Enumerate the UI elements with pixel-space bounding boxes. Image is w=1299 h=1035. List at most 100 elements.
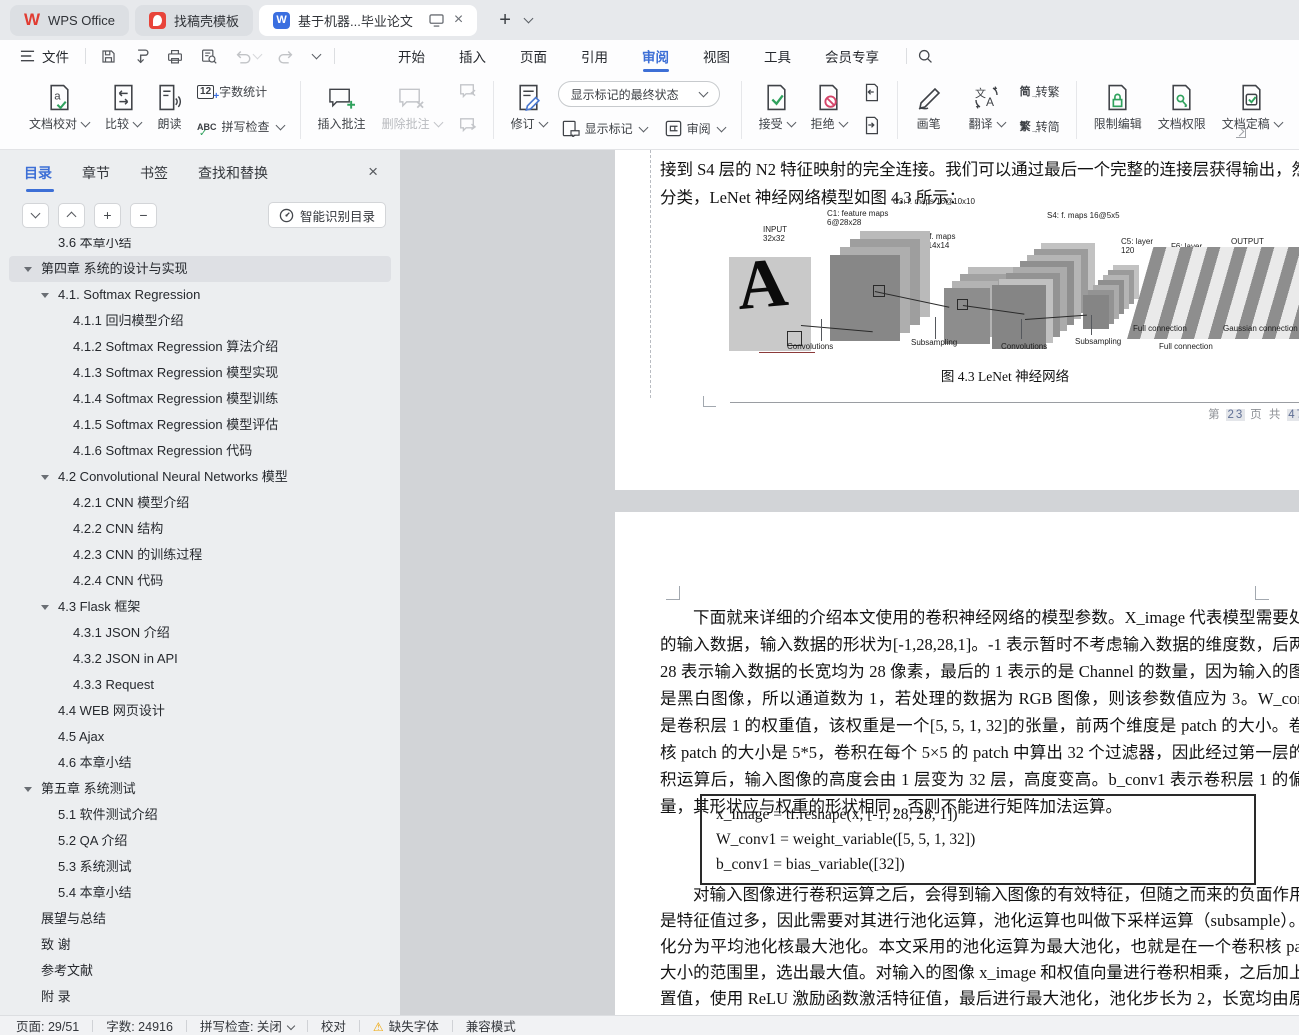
zoom-out-toc-button[interactable]: −: [130, 202, 157, 228]
next-comment-button[interactable]: [453, 115, 481, 137]
toc-item[interactable]: 4.1.3 Softmax Regression 模型实现: [0, 360, 400, 386]
undo-chevron-icon[interactable]: [252, 49, 263, 60]
restrict-editing-button[interactable]: 限制编辑: [1087, 79, 1149, 134]
toc-item[interactable]: 4.2.2 CNN 结构: [0, 516, 400, 542]
qat-customize-chevron-icon[interactable]: [311, 49, 322, 60]
to-traditional-button[interactable]: 简 转繁: [1016, 81, 1064, 102]
triangle-expand-icon[interactable]: [41, 293, 49, 298]
doc-finalize-button[interactable]: 文档定稿: [1215, 79, 1289, 134]
proofing-indicator[interactable]: 校对: [321, 1016, 346, 1035]
next-change-button[interactable]: [858, 114, 885, 137]
missing-font-indicator[interactable]: ⚠ 缺失字体: [373, 1016, 439, 1035]
chevron-down-icon[interactable]: [838, 117, 849, 127]
toc-item[interactable]: 4.3.1 JSON 介绍: [0, 620, 400, 646]
translate-button[interactable]: 文A 翻译: [962, 79, 1012, 134]
previous-change-button[interactable]: [858, 81, 885, 104]
undo-button[interactable]: [234, 49, 263, 64]
menu-review[interactable]: 审阅: [625, 40, 686, 72]
toc-item[interactable]: 4.1.1 回归模型介绍: [0, 308, 400, 334]
pen-button[interactable]: 画笔: [908, 79, 950, 134]
accept-button[interactable]: 接受: [752, 79, 802, 134]
reject-button[interactable]: 拒绝: [804, 79, 854, 134]
chevron-down-icon[interactable]: [538, 117, 549, 127]
tab-document-active[interactable]: W 基于机器...毕业论文 ×: [259, 4, 478, 36]
toc-item[interactable]: 展望与总结: [0, 906, 400, 932]
zoom-in-toc-button[interactable]: +: [94, 202, 121, 228]
tab-bookmarks[interactable]: 书签: [140, 163, 168, 192]
menu-tools[interactable]: 工具: [747, 40, 808, 72]
markup-state-select[interactable]: 显示标记的最终状态: [557, 81, 720, 107]
search-button[interactable]: [917, 48, 934, 65]
chevron-down-icon[interactable]: [132, 117, 143, 127]
toc-item[interactable]: 5.1 软件测试介绍: [0, 802, 400, 828]
toc-item[interactable]: 4.3.3 Request: [0, 672, 400, 698]
triangle-expand-icon[interactable]: [41, 475, 49, 480]
toc-item[interactable]: 4.2.1 CNN 模型介绍: [0, 490, 400, 516]
toc-item[interactable]: 5.4 本章小结: [0, 880, 400, 906]
menu-insert[interactable]: 插入: [442, 40, 503, 72]
track-changes-button[interactable]: 修订: [504, 79, 554, 134]
lenet-figure[interactable]: INPUT 32x32 C1: feature maps 6@28x28 C3:…: [725, 195, 1299, 357]
document-page-24[interactable]: 下面就来详细的介绍本文使用的卷积神经网络的模型参数。X_image 代表模型需要…: [615, 512, 1299, 1015]
chevron-down-icon[interactable]: [996, 117, 1007, 127]
toc-item[interactable]: 致 谢: [0, 932, 400, 958]
chevron-down-icon[interactable]: [786, 117, 797, 127]
redo-button[interactable]: [277, 49, 295, 64]
toc-item[interactable]: 第四章 系统的设计与实现: [0, 256, 400, 282]
compat-mode-indicator[interactable]: 兼容模式: [466, 1016, 516, 1035]
delete-comment-button[interactable]: 删除批注: [375, 79, 449, 134]
expand-all-button[interactable]: [58, 202, 85, 228]
chevron-down-icon[interactable]: [716, 122, 727, 132]
chevron-down-icon[interactable]: [275, 120, 285, 130]
tab-wps-home[interactable]: W WPS Office: [10, 4, 129, 36]
toc-item[interactable]: 4.1.4 Softmax Regression 模型训练: [0, 386, 400, 412]
toc-item[interactable]: 4.2.3 CNN 的训练过程: [0, 542, 400, 568]
save-button[interactable]: [100, 48, 117, 65]
doc-permission-button[interactable]: 文档权限: [1151, 79, 1213, 134]
collapse-all-button[interactable]: [22, 202, 49, 228]
ribbon-expand-icon[interactable]: [1236, 128, 1246, 138]
close-tab-icon[interactable]: ×: [454, 11, 463, 29]
toc-item[interactable]: 参考文献: [0, 958, 400, 984]
toc-item[interactable]: 附 录: [0, 984, 400, 1010]
toc-item[interactable]: 4.1. Softmax Regression: [0, 282, 400, 308]
toc-item[interactable]: 5.3 系统测试: [0, 854, 400, 880]
chevron-down-icon[interactable]: [1273, 117, 1284, 127]
toc-item[interactable]: 4.1.5 Softmax Regression 模型评估: [0, 412, 400, 438]
menu-reference[interactable]: 引用: [564, 40, 625, 72]
toc-item[interactable]: 5.2 QA 介绍: [0, 828, 400, 854]
show-markup-button[interactable]: 显示标记: [558, 118, 651, 139]
toc-item[interactable]: 4.4 WEB 网页设计: [0, 698, 400, 724]
toc-item[interactable]: 4.3 Flask 框架: [0, 594, 400, 620]
toc-item[interactable]: 4.1.2 Softmax Regression 算法介绍: [0, 334, 400, 360]
menu-page[interactable]: 页面: [503, 40, 564, 72]
document-canvas[interactable]: 接到 S4 层的 N2 特征映射的完全连接。我们可以通过最后一个完整的连接层获得…: [400, 150, 1299, 1015]
toc-item[interactable]: 第五章 系统测试: [0, 776, 400, 802]
chevron-down-icon[interactable]: [80, 117, 91, 127]
previous-comment-button[interactable]: [453, 81, 481, 103]
toc-item[interactable]: 4.2.4 CNN 代码: [0, 568, 400, 594]
chevron-down-icon[interactable]: [638, 122, 649, 132]
toc-item[interactable]: 4.6 本章小结: [0, 750, 400, 776]
smart-toc-button[interactable]: 智能识别目录: [267, 202, 386, 228]
tab-toc[interactable]: 目录: [24, 163, 54, 192]
file-menu[interactable]: 文件: [14, 46, 75, 66]
sidebar-close-icon[interactable]: ×: [368, 162, 378, 182]
insert-comment-button[interactable]: 插入批注: [311, 79, 373, 134]
tab-find-replace[interactable]: 查找和替换: [198, 163, 268, 192]
toc-item[interactable]: 4.5 Ajax: [0, 724, 400, 750]
word-count-indicator[interactable]: 字数: 24916: [106, 1016, 173, 1035]
tab-list-chevron-icon[interactable]: [523, 13, 534, 24]
page-indicator[interactable]: 页面: 29/51: [16, 1016, 79, 1035]
read-aloud-button[interactable]: 朗读: [150, 79, 189, 134]
compare-button[interactable]: 比较: [98, 79, 148, 134]
toc-item[interactable]: 3.6 本章小结: [0, 238, 400, 256]
menu-view[interactable]: 视图: [686, 40, 747, 72]
triangle-expand-icon[interactable]: [24, 787, 32, 792]
doc-check-button[interactable]: a 文档校对: [22, 79, 96, 134]
word-count-button[interactable]: 12 字数统计: [193, 81, 288, 103]
print-preview-button[interactable]: [200, 48, 218, 65]
menu-member[interactable]: 会员专享: [808, 40, 896, 72]
tab-chapters[interactable]: 章节: [82, 163, 110, 192]
export-pdf-button[interactable]: [133, 48, 150, 65]
